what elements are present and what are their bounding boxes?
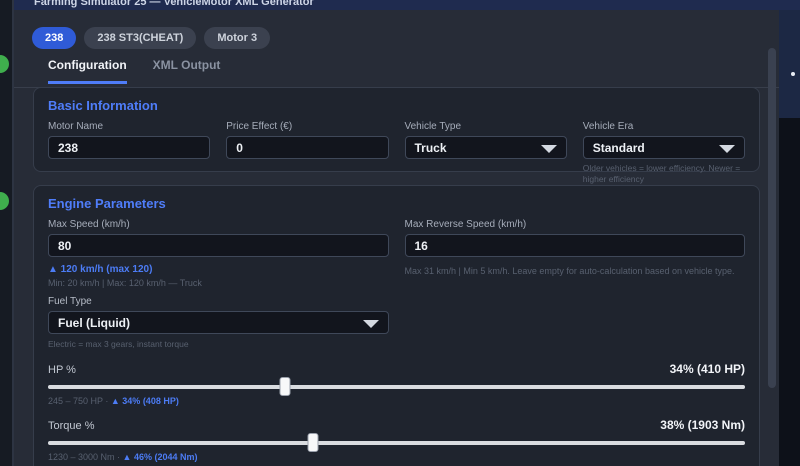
max-speed-label: Max Speed (km/h) xyxy=(48,219,389,230)
vehicle-era-helper: Older vehicles = lower efficiency. Newer… xyxy=(583,163,745,184)
max-reverse-speed-helper: Max 31 km/h | Min 5 km/h. Leave empty fo… xyxy=(405,266,746,277)
view-tab-bar: Configuration XML Output xyxy=(48,58,220,84)
motor-name-field-group: Motor Name 238 xyxy=(48,121,210,184)
vehicle-type-select[interactable]: Truck xyxy=(405,136,567,159)
motor-name-label: Motor Name xyxy=(48,121,210,132)
fuel-type-helper: Electric = max 3 gears, instant torque xyxy=(48,339,389,350)
max-reverse-speed-label: Max Reverse Speed (km/h) xyxy=(405,219,746,230)
torque-slider-label: Torque % xyxy=(48,420,94,432)
hp-slider-label: HP % xyxy=(48,364,76,376)
max-speed-field-group: Max Speed (km/h) 80 ▲ 120 km/h (max 120)… xyxy=(48,219,389,289)
fuel-type-field-group: Fuel Type Fuel (Liquid) Electric = max 3… xyxy=(48,296,389,350)
background-right-strip xyxy=(779,10,800,466)
hp-slider-value: 34% (410 HP) xyxy=(670,362,745,376)
vertical-scrollbar[interactable] xyxy=(768,48,776,388)
fuel-type-value: Fuel (Liquid) xyxy=(58,316,130,330)
main-window: 238 238 ST3(CHEAT) Motor 3 Configuration… xyxy=(14,10,779,466)
hp-slider[interactable] xyxy=(48,385,745,389)
app-title-bar: Farming Simulator 25 — VehicleMotor XML … xyxy=(14,0,800,10)
vehicle-type-value: Truck xyxy=(415,141,447,155)
vehicle-era-label: Vehicle Era xyxy=(583,121,745,132)
torque-slider-value: 38% (1903 Nm) xyxy=(660,418,745,432)
app-title: Farming Simulator 25 — VehicleMotor XML … xyxy=(34,0,800,8)
vehicle-type-label: Vehicle Type xyxy=(405,121,567,132)
motor-tab-motor-3[interactable]: Motor 3 xyxy=(204,27,270,49)
motor-tab-238[interactable]: 238 xyxy=(32,27,76,49)
fuel-type-label: Fuel Type xyxy=(48,296,389,307)
max-speed-badge: ▲ 120 km/h (max 120) xyxy=(48,264,389,275)
motor-tab-bar: 238 238 ST3(CHEAT) Motor 3 xyxy=(32,27,270,49)
basic-information-card: Basic Information Motor Name 238 Price E… xyxy=(33,87,760,172)
tab-xml-output[interactable]: XML Output xyxy=(153,58,221,84)
basic-information-heading: Basic Information xyxy=(48,98,745,113)
torque-slider-thumb[interactable] xyxy=(307,433,318,452)
chevron-down-icon xyxy=(719,145,735,153)
background-green-icon xyxy=(0,192,9,210)
torque-slider[interactable] xyxy=(48,441,745,445)
motor-name-input[interactable]: 238 xyxy=(48,136,210,159)
price-effect-field-group: Price Effect (€) 0 xyxy=(226,121,388,184)
tab-configuration[interactable]: Configuration xyxy=(48,58,127,84)
background-dot-icon xyxy=(791,72,795,76)
max-speed-input[interactable]: 80 xyxy=(48,234,389,257)
vehicle-era-value: Standard xyxy=(593,141,645,155)
torque-slider-helper: 1230 – 3000 Nm · ▲ 46% (2044 Nm) xyxy=(48,452,745,462)
max-reverse-speed-field-group: Max Reverse Speed (km/h) 16 Max 31 km/h … xyxy=(405,219,746,289)
background-window-edge xyxy=(779,10,800,118)
hp-slider-helper: 245 – 750 HP · ▲ 34% (408 HP) xyxy=(48,396,745,406)
fuel-type-select[interactable]: Fuel (Liquid) xyxy=(48,311,389,334)
chevron-down-icon xyxy=(541,145,557,153)
hp-slider-thumb[interactable] xyxy=(279,377,290,396)
desktop: Farming Simulator 25 — VehicleMotor XML … xyxy=(0,0,800,466)
hp-slider-row: HP % 34% (410 HP) 245 – 750 HP · ▲ 34% (… xyxy=(48,362,745,406)
vehicle-type-field-group: Vehicle Type Truck xyxy=(405,121,567,184)
vehicle-era-select[interactable]: Standard xyxy=(583,136,745,159)
vehicle-era-field-group: Vehicle Era Standard Older vehicles = lo… xyxy=(583,121,745,184)
engine-parameters-card: Engine Parameters Max Speed (km/h) 80 ▲ … xyxy=(33,185,760,466)
engine-parameters-heading: Engine Parameters xyxy=(48,196,745,211)
motor-tab-238-st3-cheat[interactable]: 238 ST3(CHEAT) xyxy=(84,27,196,49)
max-speed-helper: Min: 20 km/h | Max: 120 km/h — Truck xyxy=(48,278,389,289)
max-reverse-speed-input[interactable]: 16 xyxy=(405,234,746,257)
background-window-strip xyxy=(0,0,14,466)
chevron-down-icon xyxy=(363,320,379,328)
background-green-icon xyxy=(0,55,9,73)
price-effect-label: Price Effect (€) xyxy=(226,121,388,132)
price-effect-input[interactable]: 0 xyxy=(226,136,388,159)
torque-slider-row: Torque % 38% (1903 Nm) 1230 – 3000 Nm · … xyxy=(48,418,745,462)
